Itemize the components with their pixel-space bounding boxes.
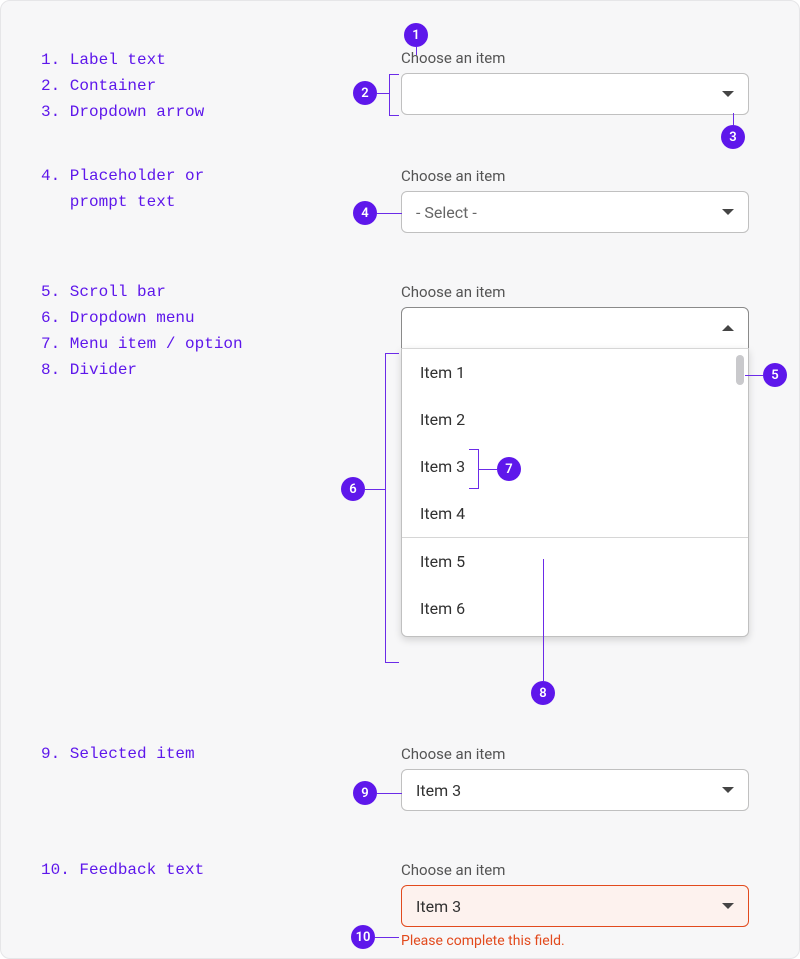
badge-7: 7 [497, 457, 521, 481]
badge-2: 2 [353, 81, 377, 105]
dropdown-example-empty: Choose an item [401, 49, 749, 115]
leader-line [745, 375, 763, 376]
badge-1: 1 [404, 23, 428, 47]
badge-6: 6 [341, 477, 365, 501]
dropdown-container[interactable]: Item 3 [401, 769, 749, 811]
leader-line [377, 793, 402, 794]
chevron-down-icon [722, 903, 734, 909]
leader-line [416, 47, 417, 55]
badge-4: 4 [353, 201, 377, 225]
dropdown-example-open: Choose an item Item 1 Item 2 Item 3 Item… [401, 283, 749, 637]
dropdown-container[interactable] [401, 73, 749, 115]
dropdown-example-placeholder: Choose an item - Select - [401, 167, 749, 233]
annotation-list-1: 1. Label text 2. Container 3. Dropdown a… [41, 47, 204, 125]
dropdown-example-error: Choose an item Item 3 Please complete th… [401, 861, 749, 949]
menu-item[interactable]: Item 4 [402, 490, 748, 537]
annotation-list-4: 4. Placeholder or prompt text [41, 163, 204, 215]
badge-5: 5 [763, 363, 787, 387]
selected-value: Item 3 [416, 897, 461, 916]
dropdown-container[interactable] [401, 307, 749, 349]
chevron-down-icon [722, 787, 734, 793]
badge-8: 8 [531, 681, 555, 705]
annotation-list-9: 9. Selected item [41, 741, 195, 767]
field-label: Choose an item [401, 745, 749, 763]
leader-bracket [385, 353, 399, 663]
leader-line [375, 937, 399, 938]
dropdown-container[interactable]: Item 3 [401, 885, 749, 927]
leader-line [365, 489, 385, 490]
annotation-list-5: 5. Scroll bar 6. Dropdown menu 7. Menu i… [41, 279, 243, 383]
chevron-down-icon [722, 91, 734, 97]
badge-3: 3 [721, 125, 745, 149]
menu-item[interactable]: Item 6 [402, 585, 748, 632]
leader-line [377, 93, 389, 94]
badge-10: 10 [351, 925, 375, 949]
badge-9: 9 [353, 781, 377, 805]
selected-value: Item 3 [416, 781, 461, 800]
anatomy-diagram: 1. Label text 2. Container 3. Dropdown a… [0, 0, 800, 959]
menu-item[interactable]: Item 3 [402, 443, 748, 490]
chevron-up-icon [722, 325, 734, 331]
leader-line [543, 559, 544, 681]
leader-line [377, 213, 402, 214]
placeholder-text: - Select - [416, 203, 477, 222]
dropdown-example-selected: Choose an item Item 3 [401, 745, 749, 811]
menu-item[interactable]: Item 1 [402, 349, 748, 396]
menu-item[interactable]: Item 5 [402, 538, 748, 585]
leader-line [733, 113, 734, 125]
scrollbar-thumb[interactable] [736, 355, 744, 385]
menu-item[interactable]: Item 2 [402, 396, 748, 443]
dropdown-container[interactable]: - Select - [401, 191, 749, 233]
annotation-list-10: 10. Feedback text [41, 857, 204, 883]
feedback-text: Please complete this field. [401, 933, 749, 949]
field-label: Choose an item [401, 861, 749, 879]
field-label: Choose an item [401, 283, 749, 301]
dropdown-menu: Item 1 Item 2 Item 3 Item 4 Item 5 Item … [401, 348, 749, 637]
leader-bracket [389, 74, 399, 116]
leader-line [479, 469, 497, 470]
field-label: Choose an item [401, 167, 749, 185]
field-label: Choose an item [401, 49, 749, 67]
leader-bracket [469, 449, 479, 489]
chevron-down-icon [722, 209, 734, 215]
